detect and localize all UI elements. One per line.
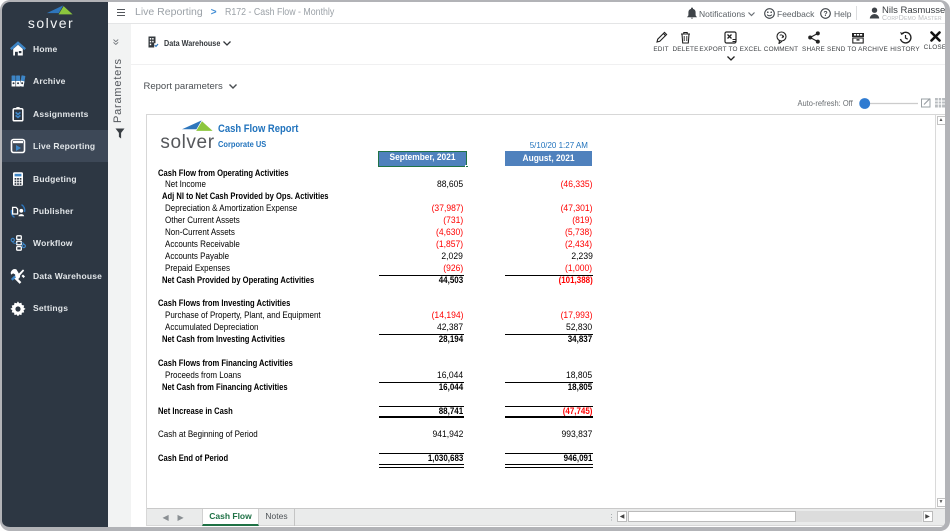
svg-text:?: ?: [823, 11, 827, 18]
